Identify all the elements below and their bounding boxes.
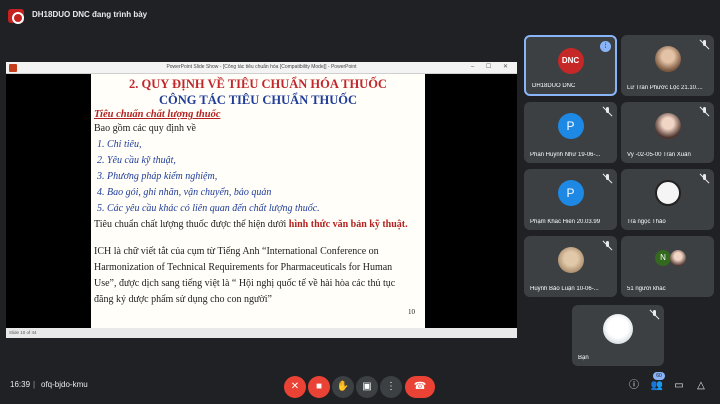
shared-screen: PowerPoint Slide Show - [Công tác tiêu c…	[6, 62, 517, 338]
slide-list-item: 4. Bao gói, ghi nhãn, vận chuyển, bảo qu…	[97, 187, 272, 198]
slide-list-item: 1. Chỉ tiêu,	[97, 139, 142, 150]
participant-name: Lữ Trần Phước Lộc 21.10....	[627, 85, 703, 91]
avatar	[557, 247, 584, 273]
participant-tile[interactable]: P Phạm Khắc Hiền 20.03.99	[524, 169, 617, 230]
more-options-button[interactable]: ⋮	[380, 376, 402, 398]
participant-name: Huỳnh Bảo Luận 10-06-...	[530, 286, 599, 292]
ich-line: ICH là chữ viết tắt của cụm từ Tiếng Anh…	[94, 246, 379, 257]
slide-subtitle: CÔNG TÁC TIÊU CHUẨN THUỐC	[159, 93, 357, 107]
activities-button[interactable]: △	[694, 379, 708, 393]
participant-name: Phạm Khắc Hiền 20.03.99	[530, 219, 601, 225]
camera-off-icon: ■	[315, 381, 323, 392]
slide-title: 2. QUY ĐỊNH VỀ TIÊU CHUẨN HÓA THUỐC	[129, 77, 387, 91]
info-button[interactable]: ⓘ	[627, 379, 641, 393]
ich-line: Use”, được dịch sang tiếng việt là “ Hội…	[94, 278, 396, 289]
presenter-banner: DH18DUO DNC đang trình bày	[0, 0, 720, 32]
raise-hand-button[interactable]: ✋	[332, 376, 354, 398]
people-icon: 👥	[650, 380, 664, 391]
avatar: N	[655, 250, 671, 266]
hand-icon: ✋	[336, 381, 350, 392]
hang-up-icon: ☎	[413, 381, 427, 392]
people-count-badge: 60	[653, 372, 665, 380]
present-icon: ▣	[362, 381, 372, 392]
mic-off-icon	[649, 309, 660, 320]
participant-tile[interactable]: P Phan Huỳnh Như 19-06-...	[524, 102, 617, 163]
participant-tile[interactable]: Lữ Trần Phước Lộc 21.10....	[621, 35, 714, 96]
mic-off-icon: ✕	[290, 381, 300, 392]
avatar: DNC	[557, 48, 584, 74]
chat-button[interactable]: ▭	[672, 379, 686, 393]
participant-name: Vy -02-05-00 Trần Xuân	[627, 152, 691, 158]
speaking-indicator-icon: ⁞	[600, 41, 611, 52]
window-caption: PowerPoint Slide Show - [Công tác tiêu c…	[166, 64, 357, 70]
mic-toggle-button[interactable]: ✕	[284, 376, 306, 398]
slide-list-item: 2. Yêu cầu kỹ thuật,	[97, 155, 176, 166]
participant-name: DH18DUO DNC	[532, 83, 576, 89]
avatar	[670, 250, 686, 266]
participant-name: Bạn	[578, 355, 589, 361]
participant-tile[interactable]: DNC ⁞ DH18DUO DNC	[524, 35, 617, 96]
summary-emphasis: hình thức văn bản kỹ thuật.	[288, 219, 408, 230]
separator: |	[33, 380, 36, 389]
ich-line: đăng ký dược phẩm sử dụng cho con người”	[94, 294, 272, 305]
presentation-icon	[8, 9, 24, 24]
people-button[interactable]: 👥	[650, 379, 664, 393]
slide-intro: Bao gồm các quy định về	[94, 123, 196, 134]
avatar: P	[557, 180, 584, 206]
slide-section-heading: Tiêu chuẩn chất lượng thuốc	[94, 109, 221, 120]
mic-off-icon	[699, 39, 710, 50]
meeting-time: 16:39	[10, 380, 31, 389]
bottom-toolbar: 16:39 | ofq-bjdo-kmu ✕ ■ ✋ ▣ ⋮ ☎ ⓘ 👥 60 …	[0, 368, 720, 404]
powerpoint-titlebar: PowerPoint Slide Show - [Công tác tiêu c…	[6, 62, 517, 74]
participant-tile[interactable]: Vy -02-05-00 Trần Xuân	[621, 102, 714, 163]
slide-page-number: 10	[408, 308, 415, 316]
chat-icon: ▭	[674, 380, 684, 391]
camera-toggle-button[interactable]: ■	[308, 376, 330, 398]
powerpoint-statusbar: Slide 10 of 44	[6, 328, 517, 338]
slide-list-item: 3. Phương pháp kiểm nghiệm,	[97, 171, 218, 182]
presenter-title: DH18DUO DNC đang trình bày	[32, 10, 148, 19]
avatar	[654, 113, 681, 139]
window-controls: – ☐ ✕	[470, 64, 513, 70]
participant-tile[interactable]: Trà ngọc Thảo	[621, 169, 714, 230]
others-count: 51 người khác	[627, 286, 666, 292]
info-icon: ⓘ	[629, 380, 639, 391]
more-vert-icon: ⋮	[386, 381, 396, 392]
slide-counter: Slide 10 of 44	[9, 330, 37, 335]
present-button[interactable]: ▣	[356, 376, 378, 398]
activities-icon: △	[697, 380, 705, 391]
avatar	[654, 180, 681, 206]
others-tile[interactable]: N 51 người khác	[621, 236, 714, 297]
self-tile[interactable]: Bạn	[572, 305, 664, 366]
avatar	[603, 314, 633, 344]
meeting-code: ofq-bjdo-kmu	[41, 380, 88, 389]
avatar	[654, 46, 681, 72]
leave-call-button[interactable]: ☎	[405, 376, 435, 398]
mic-off-icon	[699, 106, 710, 117]
ich-line: Harmonization of Technical Requirements …	[94, 262, 393, 273]
participant-name: Phan Huỳnh Như 19-06-...	[530, 152, 601, 158]
avatar: P	[557, 113, 584, 139]
mic-off-icon	[699, 173, 710, 184]
mic-off-icon	[602, 106, 613, 117]
mic-off-icon	[602, 240, 613, 251]
slide: 2. QUY ĐỊNH VỀ TIÊU CHUẨN HÓA THUỐC CÔNG…	[91, 74, 425, 328]
summary-text: Tiêu chuẩn chất lượng thuốc được thể hiệ…	[94, 219, 289, 230]
participant-tile[interactable]: Huỳnh Bảo Luận 10-06-...	[524, 236, 617, 297]
mic-off-icon	[602, 173, 613, 184]
participant-name: Trà ngọc Thảo	[627, 219, 666, 225]
slide-list-item: 5. Các yêu cầu khác có liên quan đến chấ…	[97, 203, 320, 214]
slide-summary: Tiêu chuẩn chất lượng thuốc được thể hiệ…	[94, 219, 408, 230]
